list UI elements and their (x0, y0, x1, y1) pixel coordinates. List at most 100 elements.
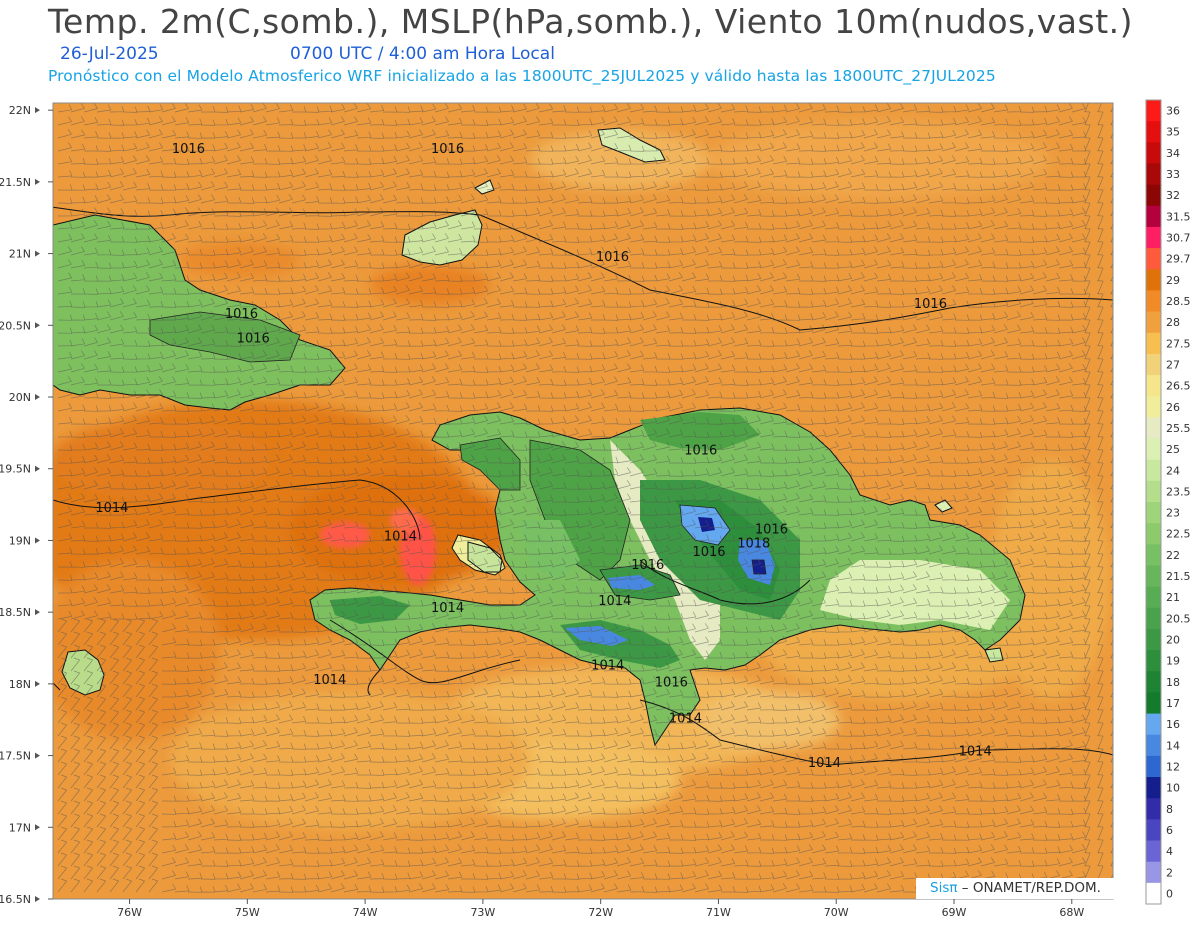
isobar-label: 1016 (225, 307, 258, 322)
colorbar-swatch (1146, 311, 1161, 334)
colorbar-label: 32 (1166, 189, 1180, 202)
credit-org: – ONAMET/REP.DOM. (961, 880, 1101, 896)
lat-tick-marker-icon (35, 465, 40, 472)
colorbar-label: 0 (1166, 887, 1173, 900)
colorbar-label: 35 (1166, 126, 1180, 139)
colorbar-label: 20.5 (1166, 612, 1191, 625)
colorbar-swatch (1146, 100, 1161, 122)
temperature-colorbar: 363534333231.530.729.72928.52827.52726.5… (1145, 99, 1191, 905)
colorbar-swatch (1146, 565, 1161, 588)
map-field: 1016 101610161016101610161016101610181016… (53, 103, 1113, 899)
lon-tick-label: 68W (1059, 906, 1084, 919)
colorbar-swatch (1146, 861, 1161, 884)
isobar-label: 1014 (431, 601, 464, 616)
colorbar-label: 30.7 (1166, 232, 1191, 245)
colorbar-swatch (1146, 438, 1161, 461)
colorbar-swatch (1146, 755, 1161, 778)
colorbar-label: 22.5 (1166, 528, 1191, 541)
isobar-label: 1016 (431, 142, 464, 157)
lat-tick-marker-icon (35, 896, 40, 902)
colorbar-swatch (1146, 544, 1161, 566)
colorbar-swatch (1146, 226, 1161, 249)
colorbar-label: 6 (1166, 824, 1173, 837)
sispi-logo-text: Sisπ (930, 880, 958, 896)
isobar-label: 1014 (313, 673, 346, 688)
isobar-label: 1014 (808, 756, 841, 771)
lat-tick-marker-icon (35, 609, 40, 616)
colorbar-swatch (1146, 628, 1161, 651)
colorbar-label: 12 (1166, 760, 1180, 773)
colorbar-swatch (1146, 205, 1161, 228)
isobar-label: 1014 (598, 594, 631, 609)
isobar-label: 1016 (631, 558, 664, 573)
lat-tick-label: 17.5N (0, 750, 31, 763)
isobar-label: 1016 (755, 522, 788, 537)
colorbar-label: 29 (1166, 274, 1180, 287)
colorbar-swatch (1146, 840, 1161, 863)
colorbar-label: 14 (1166, 739, 1180, 752)
lon-tick-label: 74W (353, 906, 378, 919)
isobar-label: 1016 (237, 332, 270, 347)
colorbar-label: 36 (1166, 105, 1180, 118)
colorbar-label: 33 (1166, 168, 1180, 181)
lon-tick-label: 73W (470, 906, 495, 919)
colorbar-label: 26 (1166, 401, 1180, 414)
lon-tick-label: 70W (824, 906, 849, 919)
colorbar-swatch (1146, 692, 1161, 715)
forecast-map: 1016 1016 1016 1016 1016 1016 1016 1016 10 18 1016… (0, 99, 1191, 919)
lat-tick-label: 20.5N (0, 319, 31, 332)
lat-tick-label: 21.5N (0, 176, 31, 189)
isobar-label: 1014 (591, 659, 624, 674)
isobar-label: 1016 (684, 443, 717, 458)
colorbar-swatch (1146, 248, 1161, 270)
isobar-label: 1016 (914, 297, 947, 312)
colorbar-swatch (1146, 586, 1161, 609)
lat-tick-label: 18N (9, 678, 31, 691)
lat-tick-label: 17N (9, 821, 31, 834)
colorbar-swatch (1146, 184, 1161, 207)
colorbar-label: 10 (1166, 782, 1180, 795)
colorbar-label: 22 (1166, 549, 1180, 562)
colorbar-label: 27 (1166, 358, 1180, 371)
colorbar-swatch (1146, 480, 1161, 503)
colorbar-label: 24 (1166, 464, 1180, 477)
longitude-axis: 76W 75W 74W 73W 72W 71W 70W 69W 68W (117, 899, 1084, 919)
colorbar-swatch (1146, 777, 1161, 799)
colorbar-label: 21.5 (1166, 570, 1191, 583)
colorbar-swatch (1146, 882, 1161, 905)
lat-tick-marker-icon (35, 680, 40, 687)
lat-tick-label: 21N (9, 248, 31, 261)
colorbar-swatch (1146, 142, 1161, 164)
lon-tick-label: 71W (706, 906, 731, 919)
isobar-label: 1016 (172, 142, 205, 157)
lon-tick-label: 76W (117, 906, 142, 919)
lat-tick-marker-icon (35, 107, 40, 114)
isobar-label: 1016 (692, 545, 725, 560)
lat-tick-marker-icon (35, 250, 40, 257)
colorbar-label: 34 (1166, 147, 1180, 160)
lat-tick-label: 18.5N (0, 606, 31, 619)
colorbar-label: 23 (1166, 507, 1180, 520)
colorbar-swatch (1146, 502, 1161, 524)
lon-tick-label: 69W (942, 906, 967, 919)
colorbar-swatch (1146, 650, 1161, 672)
colorbar-label: 23.5 (1166, 485, 1191, 498)
colorbar-swatch (1146, 375, 1161, 397)
isobar-label: 1016 (655, 676, 688, 691)
lat-tick-marker-icon (35, 322, 40, 329)
lat-tick-label: 20N (9, 391, 31, 404)
colorbar-label: 19 (1166, 655, 1180, 668)
isobar-label: 1014 (959, 745, 992, 760)
lat-tick-marker-icon (35, 824, 40, 831)
lat-tick-label: 19N (9, 534, 31, 547)
latitude-axis: 22N 21.5N 21N 20.5N 20N 19.5N 19N 18.5N 18N 17.5N… (0, 104, 53, 906)
colorbar-label: 27.5 (1166, 337, 1191, 350)
colorbar-swatch (1146, 459, 1161, 482)
colorbar-swatch (1146, 290, 1161, 313)
colorbar-label: 18 (1166, 676, 1180, 689)
colorbar-label: 29.7 (1166, 253, 1191, 266)
colorbar-swatch (1146, 121, 1161, 143)
colorbar-label: 4 (1166, 845, 1173, 858)
colorbar-swatch (1146, 798, 1161, 820)
colorbar-swatch (1146, 163, 1161, 186)
